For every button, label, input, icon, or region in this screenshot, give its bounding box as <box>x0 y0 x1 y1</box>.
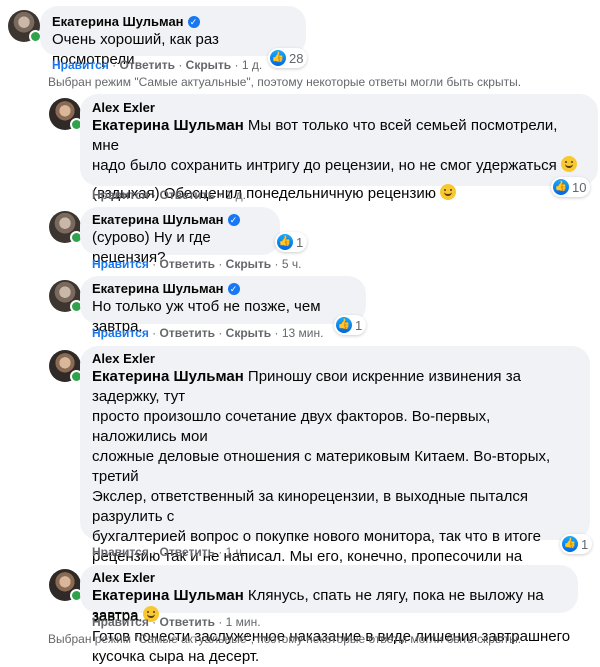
like-link[interactable]: Нравится <box>92 615 149 629</box>
reply-link[interactable]: Ответить <box>160 326 215 340</box>
hide-link[interactable]: Скрыть <box>226 326 272 340</box>
mention-link[interactable]: Екатерина Шульман <box>92 117 244 134</box>
avatar[interactable] <box>49 98 83 131</box>
like-link[interactable]: Нравится <box>92 257 149 271</box>
comment-time[interactable]: 1 д. <box>226 188 246 202</box>
reply-link[interactable]: Ответить <box>160 545 215 559</box>
comment-text: кусочка сыра на десерт. <box>92 648 260 665</box>
like-link[interactable]: Нравится <box>92 326 149 340</box>
comment-actions: Нравится · Ответить · Скрыть · 1 д. <box>52 58 263 72</box>
comment-author[interactable]: Alex Exler <box>92 570 566 586</box>
filter-notice: Выбран режим "Самые актуальные", поэтому… <box>48 632 522 646</box>
avatar[interactable] <box>49 569 83 602</box>
comment-bubble: Екатерина Шульман ✓ Очень хороший, как р… <box>40 6 306 68</box>
reply-link[interactable]: Ответить <box>120 58 175 72</box>
like-link[interactable]: Нравится <box>92 545 149 559</box>
comment-bubble: Alex Exler Екатерина Шульман Мы вот толь… <box>80 94 598 202</box>
like-reaction-icon: 👍 <box>336 317 352 333</box>
comment-time[interactable]: 13 мин. <box>282 326 324 340</box>
verified-badge-icon: ✓ <box>187 16 200 28</box>
comment-actions: Нравится · Ответить · Скрыть · 13 мин. <box>92 326 324 340</box>
mention-link[interactable]: Екатерина Шульман <box>92 368 244 385</box>
comment-bubble: Alex Exler Екатерина Шульман Клянусь, сп… <box>80 565 578 624</box>
comment-author[interactable]: Екатерина Шульман <box>52 14 184 30</box>
comment-text: Экслер, ответственный за кинорецензии, в… <box>92 488 528 525</box>
comment-actions: Нравится · Ответить · 1 мин. <box>92 615 261 629</box>
comment-text: надо было сохранить интригу до рецензии,… <box>92 157 557 174</box>
like-reaction-icon: 👍 <box>553 179 569 195</box>
comment-author[interactable]: Alex Exler <box>92 351 578 367</box>
like-link[interactable]: Нравится <box>92 188 149 202</box>
comment-actions: Нравится · Ответить · Скрыть · 5 ч. <box>92 257 302 271</box>
reactions-count[interactable]: 👍 1 <box>334 315 367 335</box>
like-reaction-icon: 👍 <box>270 50 286 66</box>
avatar[interactable] <box>8 10 42 43</box>
like-link[interactable]: Нравится <box>52 58 109 72</box>
filter-notice: Выбран режим "Самые актуальные", поэтому… <box>48 75 522 89</box>
verified-badge-icon: ✓ <box>227 214 240 226</box>
reactions-count[interactable]: 👍 1 <box>275 232 308 252</box>
smile-emoji-icon <box>560 156 577 172</box>
comment-text: просто произошло сочетание двух факторов… <box>92 408 491 445</box>
smile-emoji-icon <box>440 184 457 200</box>
avatar[interactable] <box>49 280 83 313</box>
reactions-count[interactable]: 👍 10 <box>551 177 591 197</box>
comment-author[interactable]: Екатерина Шульман <box>92 212 224 228</box>
comment-time[interactable]: 1 д. <box>242 58 262 72</box>
avatar[interactable] <box>49 350 83 383</box>
reply-link[interactable]: Ответить <box>160 188 215 202</box>
comment-author[interactable]: Alex Exler <box>92 100 586 116</box>
mention-link[interactable]: Екатерина Шульман <box>92 587 244 604</box>
comment-text: сложные деловые отношения с материковым … <box>92 448 551 485</box>
reactions-count[interactable]: 👍 1 <box>560 534 593 554</box>
reply-link[interactable]: Ответить <box>160 615 215 629</box>
comment-bubble: Alex Exler Екатерина Шульман Приношу сво… <box>80 346 590 665</box>
reply-link[interactable]: Ответить <box>160 257 215 271</box>
hide-link[interactable]: Скрыть <box>226 257 272 271</box>
like-reaction-icon: 👍 <box>562 536 578 552</box>
verified-badge-icon: ✓ <box>227 283 240 295</box>
comment-time[interactable]: 5 ч. <box>282 257 302 271</box>
comment-bubble: Екатерина Шульман ✓ Но только уж чтоб не… <box>80 276 366 335</box>
like-reaction-icon: 👍 <box>277 234 293 250</box>
hide-link[interactable]: Скрыть <box>186 58 232 72</box>
comment-time[interactable]: 1 мин. <box>226 615 261 629</box>
comment-time[interactable]: 1 ч. <box>226 545 246 559</box>
reactions-count[interactable]: 👍 28 <box>268 48 308 68</box>
comment-author[interactable]: Екатерина Шульман <box>92 281 224 297</box>
comment-bubble: Екатерина Шульман ✓ (сурово) Ну и где ре… <box>80 207 280 266</box>
avatar[interactable] <box>49 211 83 244</box>
comment-actions: Нравится · Ответить · 1 ч. <box>92 545 246 559</box>
comment-actions: Нравится · Ответить · 1 д. <box>92 188 246 202</box>
